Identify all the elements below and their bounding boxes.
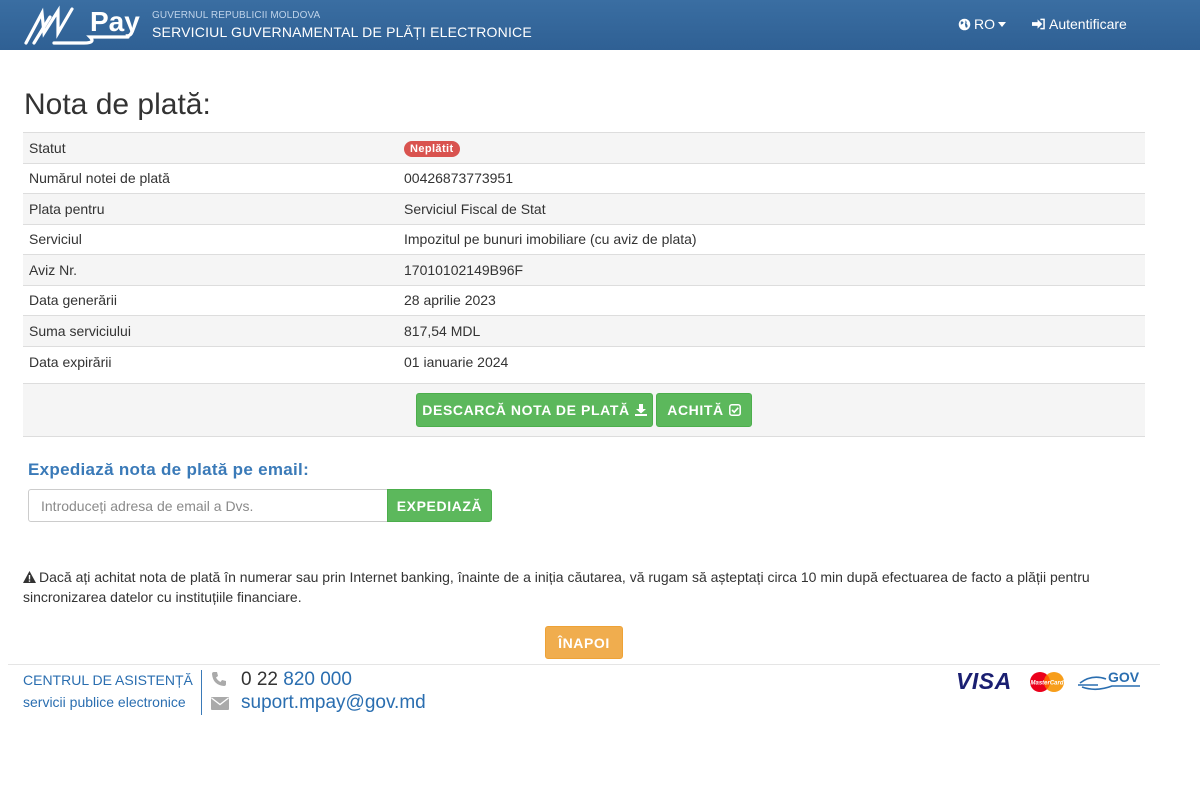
row-label: Numărul notei de plată — [23, 162, 398, 194]
pay-button[interactable]: ACHITĂ — [656, 393, 752, 427]
language-dropdown[interactable]: RO — [958, 16, 1006, 32]
sign-in-icon — [1032, 18, 1045, 30]
svg-text:MasterCard: MasterCard — [1030, 681, 1063, 687]
table-row: Data expirării 01 ianuarie 2024 — [23, 345, 1145, 377]
check-square-icon — [728, 404, 741, 416]
table-row: Serviciul Impozitul pe bunuri imobiliare… — [23, 223, 1145, 255]
row-label: Serviciul — [23, 223, 398, 255]
support-center-subtitle: servicii publice electronice — [23, 694, 186, 710]
row-value: 28 aprilie 2023 — [398, 284, 1145, 316]
phone-prefix: 0 22 — [241, 669, 278, 690]
table-row: Statut Neplătit — [23, 132, 1145, 163]
svg-text:Pay: Pay — [90, 6, 140, 37]
table-row: Numărul notei de plată 00426873773951 — [23, 162, 1145, 194]
row-value: Serviciul Fiscal de Stat — [398, 193, 1145, 224]
caret-down-icon — [998, 21, 1006, 27]
row-value: Neplătit — [398, 132, 1145, 163]
row-label: Plata pentru — [23, 193, 398, 224]
table-row: Aviz Nr. 17010102149B96F — [23, 254, 1145, 285]
row-value: 00426873773951 — [398, 162, 1145, 194]
login-link[interactable]: Autentificare — [1032, 16, 1127, 32]
service-name: SERVICIUL GUVERNAMENTAL DE PLĂȚI ELECTRO… — [152, 24, 532, 40]
row-value: 01 ianuarie 2024 — [398, 345, 1145, 377]
row-label: Aviz Nr. — [23, 254, 398, 285]
status-badge: Neplătit — [404, 140, 460, 157]
support-email-link[interactable]: suport.mpay@gov.md — [241, 692, 426, 714]
footer-divider — [8, 664, 1160, 665]
row-label: Statut — [23, 132, 398, 163]
table-row: Data generării 28 aprilie 2023 — [23, 284, 1145, 316]
language-label: RO — [974, 16, 995, 32]
sync-notice: Dacă ați achitat nota de plată în numera… — [23, 567, 1153, 607]
pay-button-label: ACHITĂ — [667, 402, 724, 418]
support-center-title: CENTRUL DE ASISTENȚĂ — [23, 672, 193, 688]
visa-logo: VISA — [956, 668, 1012, 694]
government-label: GUVERNUL REPUBLICII MOLDOVA — [152, 10, 321, 21]
svg-text:GOV: GOV — [1108, 669, 1140, 685]
envelope-icon — [211, 697, 229, 710]
mpay-logo[interactable]: Pay — [24, 3, 142, 47]
page-title: Nota de plată: — [24, 88, 211, 121]
row-label: Data generării — [23, 284, 398, 316]
login-label: Autentificare — [1049, 16, 1127, 32]
download-icon — [634, 404, 647, 416]
email-input[interactable] — [28, 489, 388, 522]
row-value: Impozitul pe bunuri imobiliare (cu aviz … — [398, 223, 1145, 255]
table-row: Suma serviciului 817,54 MDL — [23, 315, 1145, 346]
footer-separator — [201, 670, 202, 715]
back-button[interactable]: ÎNAPOI — [545, 626, 623, 659]
email-section-title: Expediază nota de plată pe email: — [28, 460, 310, 479]
notice-text: Dacă ați achitat nota de plată în numera… — [23, 569, 1090, 605]
row-value: 817,54 MDL — [398, 315, 1145, 346]
phone-number: 820 000 — [283, 669, 352, 690]
payment-actions-bar: DESCARCĂ NOTA DE PLATĂ ACHITĂ — [23, 383, 1145, 437]
row-label: Data expirării — [23, 345, 398, 377]
globe-icon — [958, 18, 971, 30]
row-label: Suma serviciului — [23, 315, 398, 346]
mgov-logo: GOV — [1078, 669, 1140, 691]
support-phone[interactable]: 0 22 820 000 — [241, 669, 352, 691]
phone-icon — [212, 672, 226, 686]
download-invoice-button[interactable]: DESCARCĂ NOTA DE PLATĂ — [416, 393, 653, 427]
row-value: 17010102149B96F — [398, 254, 1145, 285]
table-row: Plata pentru Serviciul Fiscal de Stat — [23, 193, 1145, 224]
top-navbar: Pay GUVERNUL REPUBLICII MOLDOVA SERVICIU… — [0, 0, 1200, 50]
download-button-label: DESCARCĂ NOTA DE PLATĂ — [422, 402, 630, 418]
warning-icon — [23, 571, 36, 583]
send-email-button[interactable]: EXPEDIAZĂ — [387, 489, 492, 522]
mastercard-logo: MasterCard — [1030, 672, 1064, 692]
payment-details-table: Statut Neplătit Numărul notei de plată 0… — [23, 132, 1145, 377]
